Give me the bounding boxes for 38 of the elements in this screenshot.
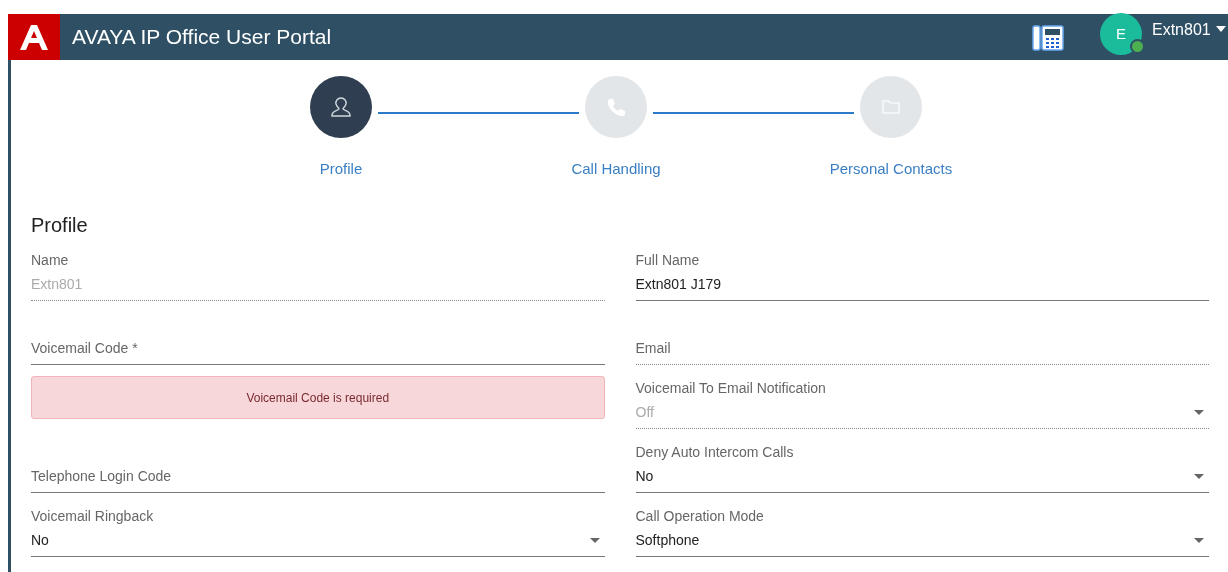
field-label: Name xyxy=(31,251,69,270)
field-label: Full Name xyxy=(635,251,700,270)
field-label: Voicemail Code * xyxy=(31,339,138,358)
field-value: Softphone xyxy=(635,531,700,550)
step-label[interactable]: Profile xyxy=(319,158,363,181)
dropdown-caret-icon xyxy=(589,538,600,543)
desk-phone-icon[interactable] xyxy=(1032,24,1064,52)
field-value: Extn801 J179 xyxy=(635,275,722,294)
caret-icon[interactable] xyxy=(1216,26,1226,32)
input-field[interactable]: Voicemail Code * xyxy=(31,338,605,365)
select-field[interactable]: Call Operation Mode Softphone xyxy=(635,506,1209,557)
field-value: No xyxy=(635,467,654,486)
section-title: Profile xyxy=(31,213,89,238)
input-field[interactable]: Full Name Extn801 J179 xyxy=(635,250,1209,301)
user-menu[interactable]: Extn801 xyxy=(1152,18,1211,42)
field-label: Email xyxy=(635,339,671,358)
field-label: Telephone Login Code xyxy=(31,467,172,486)
select-field[interactable]: Deny Auto Intercom Calls No xyxy=(635,442,1209,493)
field-value: Off xyxy=(635,403,654,422)
step-label[interactable]: Call Handling xyxy=(571,158,661,181)
input-field[interactable]: Telephone Login Code xyxy=(31,466,605,493)
dropdown-caret-icon xyxy=(1194,538,1204,543)
field-value: No xyxy=(31,531,49,550)
field-label: Voicemail Ringback xyxy=(31,507,154,526)
field-label: Voicemail To Email Notification xyxy=(635,379,826,398)
app-title: AVAYA IP Office User Portal xyxy=(72,24,332,51)
field-label: Deny Auto Intercom Calls xyxy=(635,443,794,462)
logo-icon xyxy=(8,14,60,60)
step-label[interactable]: Personal Contacts xyxy=(829,158,953,181)
field-label: Call Operation Mode xyxy=(635,507,764,526)
error-alert: Voicemail Code is required xyxy=(31,376,605,419)
folder-icon xyxy=(882,100,900,114)
phone-icon xyxy=(606,97,626,117)
field-value: Extn801 xyxy=(31,275,83,294)
person-icon xyxy=(330,96,352,118)
dropdown-caret-icon xyxy=(1194,474,1204,479)
dropdown-caret-icon xyxy=(1194,410,1204,415)
select-field[interactable]: Voicemail Ringback No xyxy=(31,506,605,557)
